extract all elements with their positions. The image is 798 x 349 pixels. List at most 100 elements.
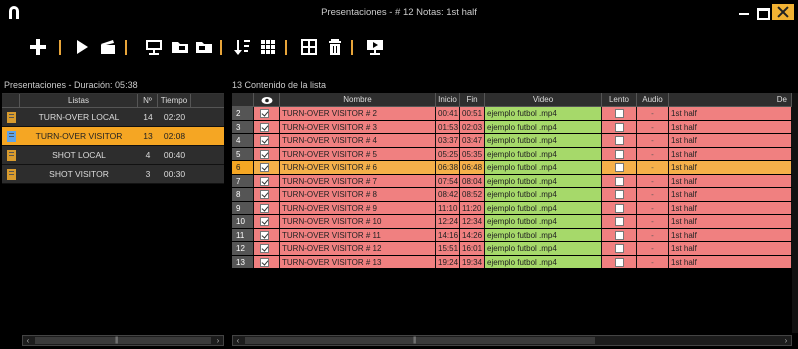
clip-row[interactable]: 7 TURN-OVER VISITOR # 7 07:54 08:04 ejemplo … (232, 174, 792, 188)
clip-start[interactable]: 15:51 (436, 242, 460, 255)
sort-icon[interactable] (232, 37, 252, 57)
scroll-right-icon[interactable]: › (781, 336, 791, 345)
clip-video[interactable]: ejemplo futbol .mp4 (485, 134, 602, 147)
header-video[interactable]: Video (485, 93, 602, 106)
clip-row[interactable]: 5 TURN-OVER VISITOR # 5 05:25 05:35 ejemplo … (232, 147, 792, 161)
clip-row[interactable]: 6 TURN-OVER VISITOR # 6 06:38 06:48 ejemplo … (232, 161, 792, 175)
clip-video[interactable]: ejemplo futbol .mp4 (485, 107, 602, 120)
clip-name[interactable]: TURN-OVER VISITOR # 6 (280, 161, 436, 174)
scroll-left-icon[interactable]: ‹ (233, 336, 243, 345)
clip-end[interactable]: 08:52 (460, 188, 485, 201)
clip-name[interactable]: TURN-OVER VISITOR # 8 (280, 188, 436, 201)
clip-end[interactable]: 14:26 (460, 228, 485, 241)
clip-end[interactable]: 06:48 (460, 161, 485, 174)
clip-start[interactable]: 12:24 (436, 215, 460, 228)
clip-end[interactable]: 08:04 (460, 174, 485, 187)
clip-name[interactable]: TURN-OVER VISITOR # 11 (280, 228, 436, 241)
clip-row[interactable]: 13 TURN-OVER VISITOR # 13 19:24 19:34 ejempl… (232, 255, 792, 269)
clip-from[interactable]: 1st half (669, 161, 792, 174)
clip-from[interactable]: 1st half (669, 120, 792, 133)
scrollbar-thumb[interactable] (35, 337, 211, 344)
clip-from[interactable]: 1st half (669, 147, 792, 160)
close-icon[interactable] (772, 4, 794, 20)
slow-checkbox[interactable] (615, 109, 624, 118)
slow-checkbox[interactable] (615, 122, 624, 132)
clip-from[interactable]: 1st half (669, 228, 792, 241)
header-num[interactable]: Nº (138, 94, 158, 107)
visible-checkbox[interactable] (260, 109, 269, 118)
vertical-scrollbar[interactable] (792, 93, 798, 333)
clip-video[interactable]: ejemplo futbol .mp4 (485, 188, 602, 201)
clip-audio[interactable]: - (637, 174, 669, 187)
scrollbar-thumb[interactable] (245, 337, 595, 344)
clip-end[interactable]: 12:34 (460, 215, 485, 228)
presentation-icon[interactable] (144, 37, 164, 57)
plus-icon[interactable] (28, 37, 48, 57)
visible-checkbox[interactable] (260, 257, 269, 267)
clip-start[interactable]: 05:25 (436, 147, 460, 160)
table-icon[interactable] (299, 37, 319, 57)
slow-checkbox[interactable] (615, 257, 624, 267)
clip-start[interactable]: 07:54 (436, 174, 460, 187)
clip-video[interactable]: ejemplo futbol .mp4 (485, 174, 602, 187)
header-tiempo[interactable]: Tiempo (158, 94, 191, 107)
clip-video[interactable]: ejemplo futbol .mp4 (485, 228, 602, 241)
header-de[interactable]: De (669, 93, 792, 106)
scroll-right-icon[interactable]: › (213, 336, 223, 345)
clip-start[interactable]: 08:42 (436, 188, 460, 201)
clip-video[interactable]: ejemplo futbol .mp4 (485, 255, 602, 268)
slow-checkbox[interactable] (615, 136, 624, 145)
slow-checkbox[interactable] (615, 149, 624, 159)
visible-checkbox[interactable] (260, 230, 269, 240)
clip-from[interactable]: 1st half (669, 215, 792, 228)
visible-checkbox[interactable] (260, 176, 269, 186)
clip-start[interactable]: 00:41 (436, 107, 460, 120)
clip-video[interactable]: ejemplo futbol .mp4 (485, 147, 602, 160)
clip-end[interactable]: 05:35 (460, 147, 485, 160)
folder-export-icon[interactable] (194, 37, 214, 57)
visible-checkbox[interactable] (260, 244, 269, 253)
clip-row[interactable]: 2 TURN-OVER VISITOR # 2 00:41 00:51 ejemplo … (232, 107, 792, 121)
clip-video[interactable]: ejemplo futbol .mp4 (485, 215, 602, 228)
right-horizontal-scrollbar[interactable]: ‹ ||| › (232, 335, 792, 346)
header-audio[interactable]: Audio (637, 93, 669, 106)
present-icon[interactable] (365, 37, 385, 57)
clip-from[interactable]: 1st half (669, 107, 792, 120)
clip-audio[interactable]: - (637, 215, 669, 228)
clip-from[interactable]: 1st half (669, 188, 792, 201)
clip-from[interactable]: 1st half (669, 255, 792, 268)
clapperboard-icon[interactable] (98, 37, 118, 57)
clip-name[interactable]: TURN-OVER VISITOR # 4 (280, 134, 436, 147)
slow-checkbox[interactable] (615, 217, 624, 226)
visible-checkbox[interactable] (260, 163, 269, 172)
clip-from[interactable]: 1st half (669, 201, 792, 214)
visible-checkbox[interactable] (260, 136, 269, 145)
maximize-icon[interactable] (754, 5, 770, 20)
clip-audio[interactable]: - (637, 147, 669, 160)
clip-audio[interactable]: - (637, 242, 669, 255)
clip-end[interactable]: 02:03 (460, 120, 485, 133)
playlist-row[interactable]: SHOT LOCAL 4 00:40 (2, 146, 224, 165)
clip-audio[interactable]: - (637, 255, 669, 268)
clip-end[interactable]: 00:51 (460, 107, 485, 120)
clip-audio[interactable]: - (637, 201, 669, 214)
clip-row[interactable]: 9 TURN-OVER VISITOR # 9 11:10 11:20 ejemplo … (232, 201, 792, 215)
playlist-row[interactable]: TURN-OVER VISITOR 13 02:08 (2, 127, 224, 146)
clip-audio[interactable]: - (637, 161, 669, 174)
left-horizontal-scrollbar[interactable]: ‹ ||| › (22, 335, 224, 346)
clip-name[interactable]: TURN-OVER VISITOR # 7 (280, 174, 436, 187)
slow-checkbox[interactable] (615, 244, 624, 253)
header-nombre[interactable]: Nombre (280, 93, 436, 106)
slow-checkbox[interactable] (615, 190, 624, 199)
clip-video[interactable]: ejemplo futbol .mp4 (485, 242, 602, 255)
playlist-row[interactable]: TURN-OVER LOCAL 14 02:20 (2, 108, 224, 127)
clip-from[interactable]: 1st half (669, 134, 792, 147)
grid-icon[interactable] (258, 37, 278, 57)
clip-name[interactable]: TURN-OVER VISITOR # 5 (280, 147, 436, 160)
clip-name[interactable]: TURN-OVER VISITOR # 13 (280, 255, 436, 268)
clip-end[interactable]: 03:47 (460, 134, 485, 147)
clip-start[interactable]: 14:16 (436, 228, 460, 241)
clip-row[interactable]: 11 TURN-OVER VISITOR # 11 14:16 14:26 ejempl… (232, 228, 792, 242)
slow-checkbox[interactable] (615, 230, 624, 240)
header-eye[interactable] (254, 93, 280, 106)
